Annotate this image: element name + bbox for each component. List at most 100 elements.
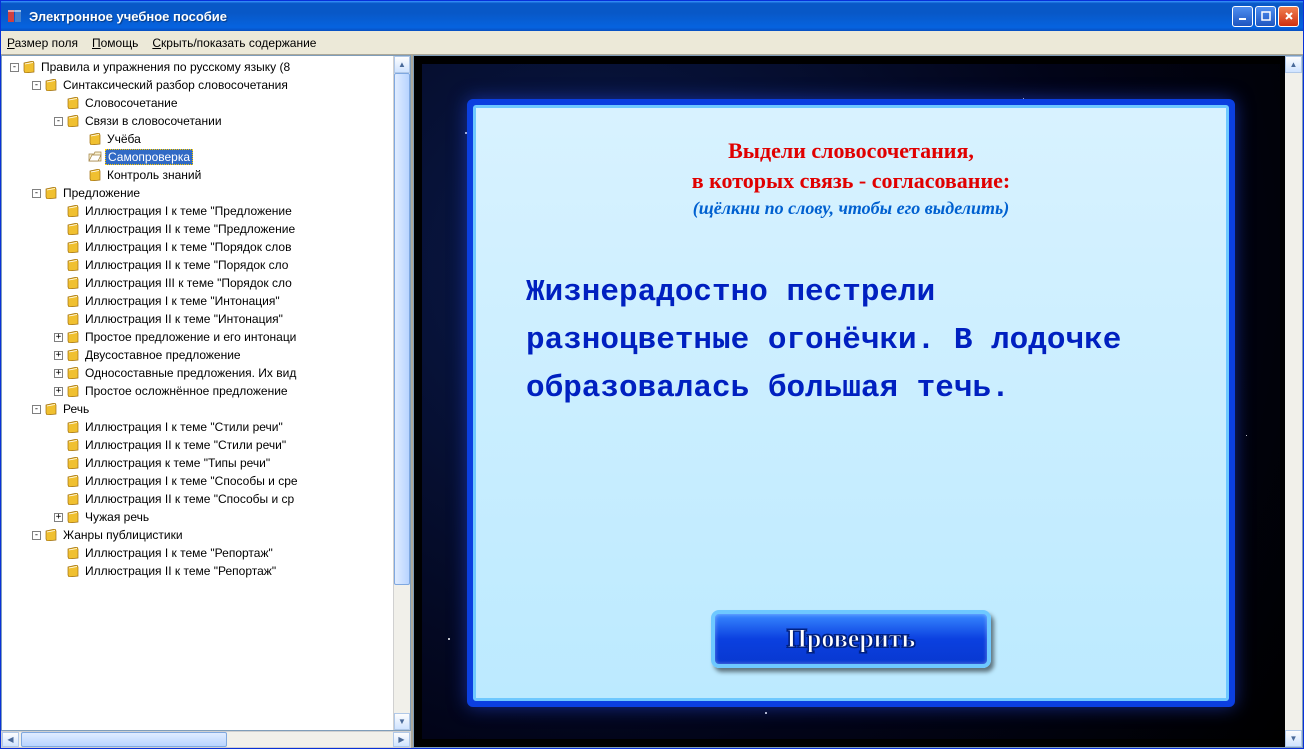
tree-node-label[interactable]: Иллюстрация II к теме "Стили речи" — [83, 438, 288, 452]
tree-node[interactable]: - Правила и упражнения по русскому языку … — [6, 58, 410, 76]
tree-node-label[interactable]: Иллюстрация II к теме "Способы и ср — [83, 492, 296, 506]
minimize-button[interactable] — [1232, 6, 1253, 27]
tree-node[interactable]: Иллюстрация II к теме "Репортаж" — [6, 562, 410, 580]
prompt-hint: (щёлкни по слову, чтобы его выделить) — [693, 198, 1010, 219]
tree-node-label[interactable]: Учёба — [105, 132, 143, 146]
scroll-up-arrow-icon[interactable]: ▲ — [1285, 56, 1302, 73]
menu-help[interactable]: Помощь — [92, 36, 138, 50]
tree-node-label[interactable]: Синтаксический разбор словосочетания — [61, 78, 290, 92]
tree-node-label[interactable]: Речь — [61, 402, 91, 416]
scroll-up-arrow-icon[interactable]: ▲ — [394, 56, 410, 73]
collapse-icon[interactable]: - — [32, 405, 41, 414]
tree-node-label[interactable]: Иллюстрация I к теме "Предложение — [83, 204, 294, 218]
book-icon — [66, 241, 80, 253]
tree-node-label[interactable]: Предложение — [61, 186, 142, 200]
expander-placeholder — [76, 135, 85, 144]
collapse-icon[interactable]: - — [54, 117, 63, 126]
hscroll-track[interactable] — [19, 732, 393, 747]
book-icon — [66, 313, 80, 325]
titlebar[interactable]: Электронное учебное пособие — [1, 1, 1303, 31]
tree-node[interactable]: + Простое предложение и его интонаци — [6, 328, 410, 346]
scroll-down-arrow-icon[interactable]: ▼ — [394, 713, 410, 730]
menu-toggle-contents[interactable]: Скрыть/показать содержание — [152, 36, 316, 50]
tree-node-label[interactable]: Простое осложнённое предложение — [83, 384, 290, 398]
expand-icon[interactable]: + — [54, 387, 63, 396]
tree-node[interactable]: Иллюстрация I к теме "Интонация" — [6, 292, 410, 310]
tree-node[interactable]: - Речь — [6, 400, 410, 418]
tree-node[interactable]: Иллюстрация II к теме "Порядок сло — [6, 256, 410, 274]
tree-node[interactable]: Иллюстрация I к теме "Порядок слов — [6, 238, 410, 256]
tree-vertical-scrollbar[interactable]: ▲ ▼ — [393, 56, 410, 730]
collapse-icon[interactable]: - — [10, 63, 19, 72]
tree-node[interactable]: Иллюстрация I к теме "Предложение — [6, 202, 410, 220]
book-icon — [66, 511, 80, 523]
tree-node-label[interactable]: Самопроверка — [105, 149, 193, 165]
tree-node-label[interactable]: Связи в словосочетании — [83, 114, 224, 128]
tree-node-label[interactable]: Иллюстрация I к теме "Порядок слов — [83, 240, 293, 254]
tree-node[interactable]: Иллюстрация II к теме "Предложение — [6, 220, 410, 238]
tree-node-label[interactable]: Иллюстрация I к теме "Интонация" — [83, 294, 282, 308]
tree-node[interactable]: Иллюстрация к теме "Типы речи" — [6, 454, 410, 472]
expand-icon[interactable]: + — [54, 351, 63, 360]
collapse-icon[interactable]: - — [32, 81, 41, 90]
check-button[interactable]: Проверить — [711, 610, 991, 668]
expand-icon[interactable]: + — [54, 369, 63, 378]
tree-node[interactable]: Словосочетание — [6, 94, 410, 112]
tree-node-label[interactable]: Простое предложение и его интонаци — [83, 330, 298, 344]
expand-icon[interactable]: + — [54, 333, 63, 342]
tree-node-label[interactable]: Односоставные предложения. Их вид — [83, 366, 298, 380]
tree-node-label[interactable]: Иллюстрация III к теме "Порядок сло — [83, 276, 294, 290]
tree-node[interactable]: - Жанры публицистики — [6, 526, 410, 544]
expander-placeholder — [54, 477, 63, 486]
collapse-icon[interactable]: - — [32, 189, 41, 198]
tree-node[interactable]: Самопроверка — [6, 148, 410, 166]
tree-node-label[interactable]: Иллюстрация I к теме "Репортаж" — [83, 546, 275, 560]
tree-node-label[interactable]: Словосочетание — [83, 96, 180, 110]
tree-horizontal-scrollbar[interactable]: ◀ ▶ — [1, 731, 411, 748]
tree-node[interactable]: + Простое осложнённое предложение — [6, 382, 410, 400]
tree-node-label[interactable]: Иллюстрация II к теме "Предложение — [83, 222, 297, 236]
tree-node-label[interactable]: Чужая речь — [83, 510, 151, 524]
tree-node-label[interactable]: Иллюстрация II к теме "Порядок сло — [83, 258, 290, 272]
tree-node-label[interactable]: Иллюстрация II к теме "Репортаж" — [83, 564, 278, 578]
tree-node[interactable]: + Односоставные предложения. Их вид — [6, 364, 410, 382]
tree-node[interactable]: Иллюстрация I к теме "Способы и сре — [6, 472, 410, 490]
close-button[interactable] — [1278, 6, 1299, 27]
tree-node-label[interactable]: Двусоставное предложение — [83, 348, 243, 362]
exercise-text[interactable]: Жизнерадостно пестрели разноцветные огон… — [516, 269, 1186, 413]
tree-node[interactable]: - Связи в словосочетании — [6, 112, 410, 130]
tree-node[interactable]: + Чужая речь — [6, 508, 410, 526]
expand-icon[interactable]: + — [54, 513, 63, 522]
tree-node-label[interactable]: Жанры публицистики — [61, 528, 185, 542]
tree-node[interactable]: - Предложение — [6, 184, 410, 202]
scroll-left-arrow-icon[interactable]: ◀ — [2, 732, 19, 747]
scroll-track[interactable] — [394, 73, 410, 713]
tree-node[interactable]: Иллюстрация II к теме "Интонация" — [6, 310, 410, 328]
collapse-icon[interactable]: - — [32, 531, 41, 540]
tree-node-label[interactable]: Иллюстрация I к теме "Способы и сре — [83, 474, 300, 488]
book-icon — [44, 79, 58, 91]
tree-node[interactable]: + Двусоставное предложение — [6, 346, 410, 364]
maximize-button[interactable] — [1255, 6, 1276, 27]
scroll-thumb[interactable] — [394, 73, 410, 585]
scroll-down-arrow-icon[interactable]: ▼ — [1285, 730, 1302, 747]
content-vertical-scrollbar[interactable]: ▲ ▼ — [1285, 56, 1302, 747]
tree-node[interactable]: Иллюстрация I к теме "Репортаж" — [6, 544, 410, 562]
tree-node-label[interactable]: Контроль знаний — [105, 168, 203, 182]
tree-node[interactable]: Иллюстрация II к теме "Способы и ср — [6, 490, 410, 508]
tree-node-label[interactable]: Иллюстрация I к теме "Стили речи" — [83, 420, 285, 434]
expander-placeholder — [76, 171, 85, 180]
tree-node[interactable]: Контроль знаний — [6, 166, 410, 184]
tree-node[interactable]: Иллюстрация III к теме "Порядок сло — [6, 274, 410, 292]
tree-node-label[interactable]: Иллюстрация к теме "Типы речи" — [83, 456, 272, 470]
tree-node[interactable]: Иллюстрация II к теме "Стили речи" — [6, 436, 410, 454]
hscroll-thumb[interactable] — [21, 732, 227, 747]
tree-node-label[interactable]: Правила и упражнения по русскому языку (… — [39, 60, 292, 74]
tree-node[interactable]: - Синтаксический разбор словосочетания — [6, 76, 410, 94]
tree-node[interactable]: Иллюстрация I к теме "Стили речи" — [6, 418, 410, 436]
tree-node[interactable]: Учёба — [6, 130, 410, 148]
menu-field-size[interactable]: Размер поля — [7, 36, 78, 50]
tree-node-label[interactable]: Иллюстрация II к теме "Интонация" — [83, 312, 285, 326]
contents-tree[interactable]: - Правила и упражнения по русскому языку … — [2, 56, 410, 582]
scroll-right-arrow-icon[interactable]: ▶ — [393, 732, 410, 747]
